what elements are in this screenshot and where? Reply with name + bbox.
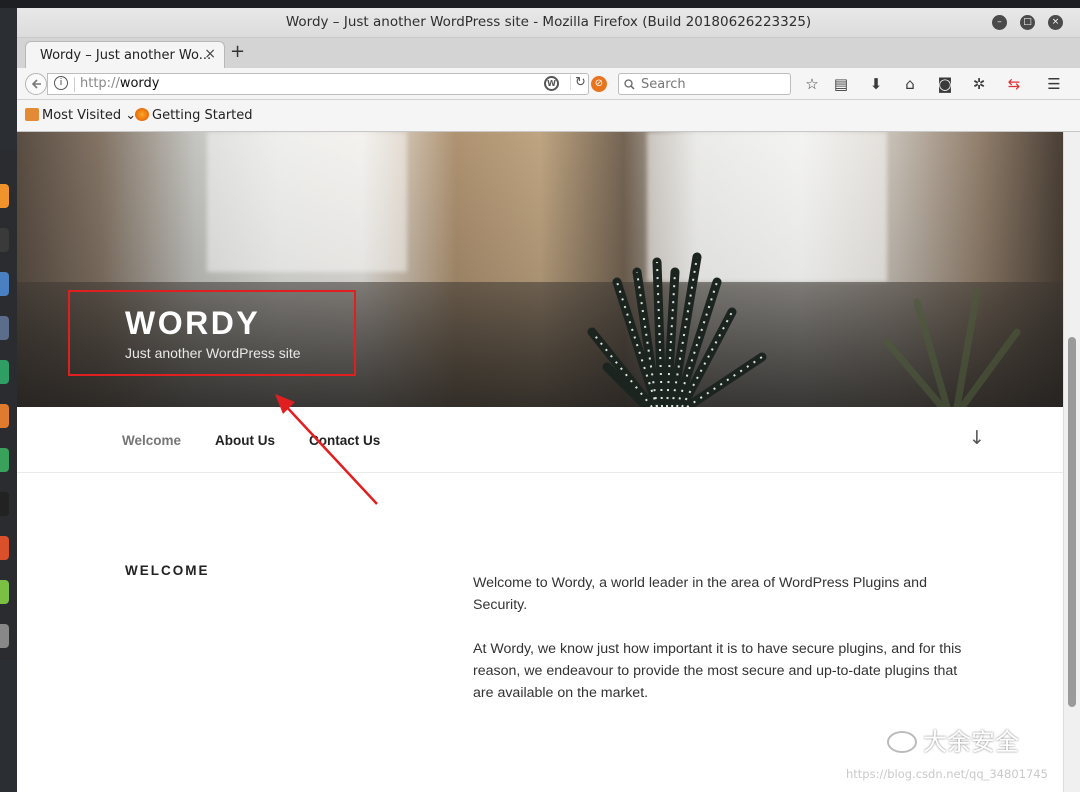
menu-icon[interactable]: ☰ [1044,75,1064,93]
page-viewport: WORDY Just another WordPress site Welcom… [17,132,1063,792]
tab-label: Wordy – Just another Wo... [40,48,212,63]
nav-welcome[interactable]: Welcome [122,433,181,448]
desktop-dock [0,150,17,660]
bookmark-most-visited[interactable]: Most Visited ⌄ [25,108,136,123]
close-window-button[interactable]: × [1048,15,1063,30]
tab-wordy[interactable]: Wordy – Just another Wo... × [25,41,225,68]
dock-icon-9[interactable] [0,536,9,560]
minimize-button[interactable]: – [992,15,1007,30]
scrollbar-thumb[interactable] [1068,337,1076,707]
navigation-toolbar: i http://wordy W ↻ ⊘ Search ☆ ▤ ⬇ ⌂ ◙ ✲ … [17,68,1080,100]
watermark: 大余安全 [887,722,1019,757]
firefox-icon [135,108,149,121]
window-title: Wordy – Just another WordPress site - Mo… [285,14,812,30]
annotation-highlight-box [68,290,356,376]
scroll-down-arrow-icon[interactable]: ↓ [969,427,985,449]
info-icon[interactable]: i [54,76,68,90]
reader-icon[interactable]: ▤ [831,75,851,93]
wordpress-icon[interactable]: W [544,76,559,91]
dock-icon-10[interactable] [0,580,9,604]
content-paragraph: At Wordy, we know just how important it … [473,641,962,701]
dock-icon-1[interactable] [0,184,9,208]
home-icon[interactable]: ⌂ [900,75,920,93]
reload-icon[interactable]: ↻ [570,75,586,90]
site-navigation: Welcome About Us Contact Us ↓ [17,407,1063,473]
new-tab-button[interactable]: + [230,41,245,62]
header-image: WORDY Just another WordPress site [17,132,1063,407]
content-paragraph: Welcome to Wordy, a world leader in the … [473,575,927,613]
dock-icon-5[interactable] [0,360,9,384]
bookmark-star-icon[interactable]: ☆ [802,75,822,93]
download-icon[interactable]: ⬇ [866,75,886,93]
csdn-watermark: https://blog.csdn.net/qq_34801745 [846,767,1048,781]
dock-icon-6[interactable] [0,404,9,428]
maximize-button[interactable]: □ [1020,15,1035,30]
desktop-top-bar [0,0,1080,8]
back-arrow-icon[interactable] [25,73,47,95]
url-separator [74,77,75,92]
url-host: wordy [119,76,160,91]
section-title: WELCOME [125,563,210,578]
folder-icon [25,108,39,121]
sync-icon[interactable]: ⇆ [1004,75,1024,93]
tab-bar: Wordy – Just another Wo... × + [17,38,1080,68]
url-text[interactable]: http://wordy [80,76,159,91]
search-box[interactable]: Search [618,73,791,95]
url-protocol: http:// [80,76,120,91]
addon-block-icon[interactable]: ⊘ [591,76,607,92]
search-placeholder: Search [641,77,686,92]
url-bar[interactable]: i http://wordy W ↻ [47,73,589,95]
dock-apps-icon[interactable] [0,624,9,648]
dock-icon-4[interactable] [0,316,9,340]
firefox-window: Wordy – Just another WordPress site - Mo… [17,8,1080,792]
title-bar: Wordy – Just another WordPress site - Mo… [17,8,1080,38]
dock-icon-8[interactable] [0,492,9,516]
bookmark-label: Getting Started [152,108,253,123]
watermark-text: 大余安全 [923,728,1019,756]
vertical-scrollbar[interactable] [1063,132,1080,792]
nav-contact-us[interactable]: Contact Us [309,433,380,448]
bookmarks-toolbar: Most Visited ⌄ Getting Started [17,100,1080,132]
bookmark-getting-started[interactable]: Getting Started [135,108,253,123]
wechat-icon [887,731,917,753]
search-icon [624,76,635,93]
dock-icon-7[interactable] [0,448,9,472]
pocket-icon[interactable]: ◙ [935,75,955,93]
tab-close-icon[interactable]: × [204,46,216,62]
dock-icon-2[interactable] [0,228,9,252]
nav-about-us[interactable]: About Us [215,433,275,448]
settings-icon[interactable]: ✲ [969,75,989,93]
bookmark-label: Most Visited [42,108,122,123]
dock-icon-3[interactable] [0,272,9,296]
